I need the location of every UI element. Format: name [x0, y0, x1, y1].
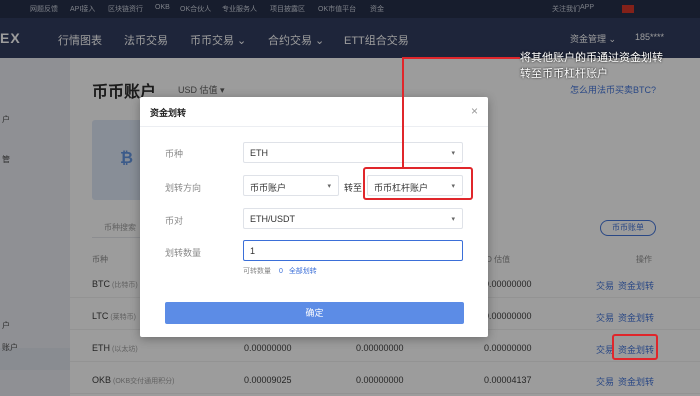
transfer-to-text: 转至	[344, 183, 363, 193]
amount-label: 划转数量	[165, 248, 202, 258]
transfer-all-link[interactable]: 全部划转	[289, 268, 317, 275]
dialog-header: 资金划转 ×	[140, 97, 488, 127]
chevron-down-icon: ▾	[451, 216, 455, 223]
direction-label: 划转方向	[165, 183, 202, 193]
annotation-line-vertical	[402, 58, 404, 168]
available-label: 可转数量	[243, 268, 271, 275]
chevron-down-icon: ▾	[451, 150, 455, 157]
coin-select-value: ETH	[250, 148, 268, 158]
from-account-select[interactable]: 币币账户 ▾	[243, 175, 339, 196]
annotation-note: 将其他账户的币通过资金划转 转至币币杠杆账户	[520, 50, 663, 82]
from-account-value: 币币账户	[250, 183, 287, 193]
close-icon[interactable]: ×	[471, 104, 478, 118]
annotation-line-2: 转至币币杠杆账户	[520, 68, 608, 80]
amount-input-value: 1	[250, 246, 256, 256]
transfer-dialog: 资金划转 × 币种 ETH ▾ 划转方向 币币账户 ▾ 转至 币币杠杆账户 ▾ …	[140, 97, 488, 337]
coin-select[interactable]: ETH ▾	[243, 142, 463, 163]
available-amount: 可转数量 0 全部划转	[243, 266, 317, 276]
annotation-line-1: 将其他账户的币通过资金划转	[520, 52, 663, 64]
amount-input[interactable]: 1	[243, 240, 463, 261]
pair-select[interactable]: ETH/USDT ▾	[243, 208, 463, 229]
highlight-transfer-link	[612, 334, 658, 360]
dialog-title: 资金划转	[150, 108, 187, 118]
pair-label: 币对	[165, 216, 184, 226]
annotation-line-horizontal	[402, 57, 520, 59]
coin-label: 币种	[165, 149, 184, 159]
highlight-to-account	[363, 167, 473, 200]
pair-select-value: ETH/USDT	[250, 214, 295, 224]
confirm-button[interactable]: 确定	[165, 302, 464, 324]
available-value: 0	[278, 268, 283, 275]
chevron-down-icon: ▾	[327, 183, 331, 190]
